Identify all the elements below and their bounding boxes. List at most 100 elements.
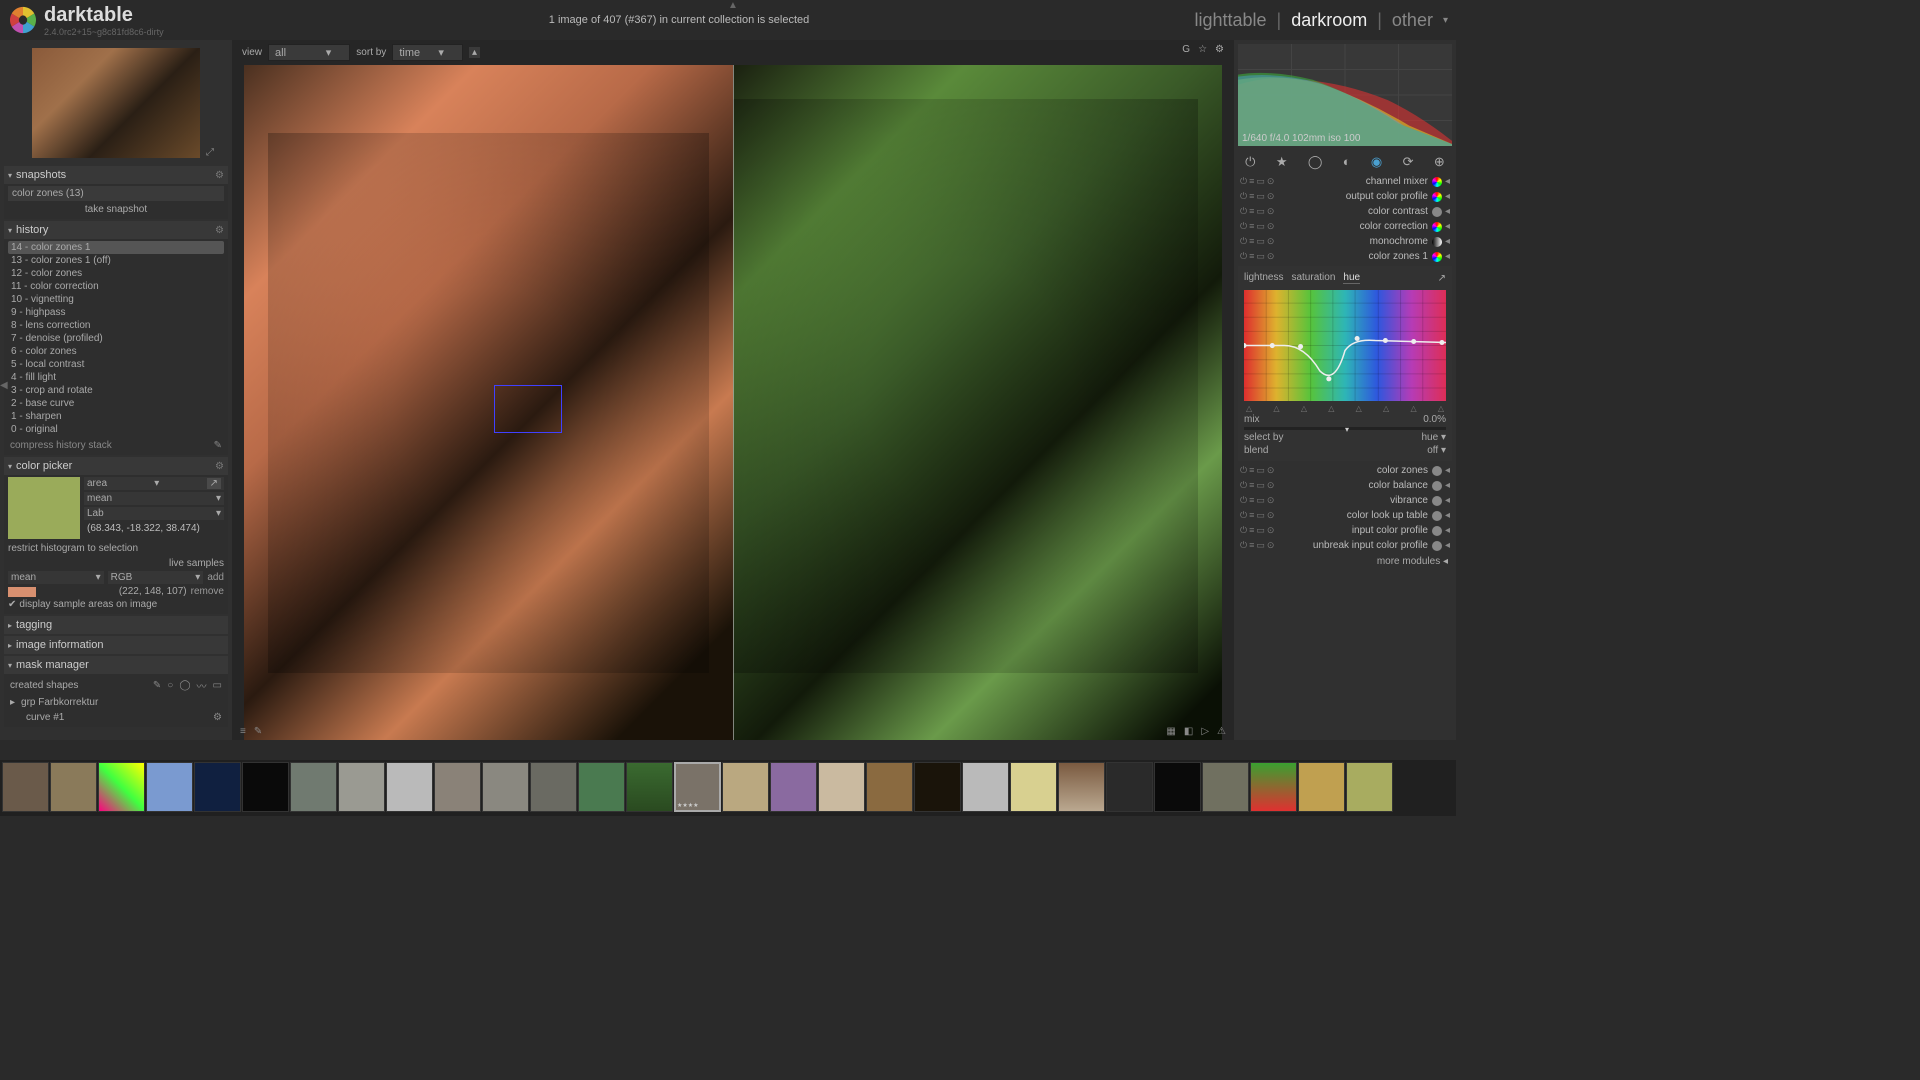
module-group-tone-icon[interactable]: ◐	[1343, 154, 1351, 170]
module-row[interactable]: ⏻≡▭⊙ color correction ◂	[1234, 219, 1456, 234]
history-item[interactable]: 0 - original	[8, 423, 224, 436]
filmstrip-thumb[interactable]	[2, 762, 49, 812]
module-menu-icon[interactable]: ≡	[1249, 480, 1254, 491]
styles-icon[interactable]: ✎	[254, 726, 262, 737]
history-header[interactable]: ▾ history ⚙	[4, 221, 228, 239]
filmstrip-thumb[interactable]: ★★★★	[674, 762, 721, 812]
color-picker-area[interactable]	[494, 385, 562, 433]
module-expand-icon[interactable]: ◂	[1445, 540, 1450, 551]
tab-darkroom[interactable]: darkroom	[1291, 10, 1367, 31]
module-switch-icon[interactable]: ⏻	[1240, 191, 1247, 202]
module-expand-icon[interactable]: ◂	[1445, 525, 1450, 536]
history-item[interactable]: 13 - color zones 1 (off)	[8, 254, 224, 267]
filmstrip-thumb[interactable]	[866, 762, 913, 812]
filmstrip-thumb[interactable]	[770, 762, 817, 812]
picker-space-select[interactable]: Lab	[87, 508, 104, 519]
filmstrip-thumb[interactable]	[242, 762, 289, 812]
filmstrip-thumb[interactable]	[914, 762, 961, 812]
module-row[interactable]: ⏻≡▭⊙ unbreak input color profile ◂	[1234, 538, 1456, 553]
module-switch-icon[interactable]: ⏻	[1240, 495, 1247, 506]
split-divider[interactable]	[733, 65, 734, 740]
filmstrip-thumb[interactable]	[98, 762, 145, 812]
filmstrip-thumb[interactable]	[962, 762, 1009, 812]
module-reset-icon[interactable]: ⊙	[1267, 221, 1275, 232]
color-zones-graph[interactable]	[1244, 290, 1446, 400]
dropdown-icon[interactable]: ▾	[1443, 15, 1448, 26]
gamut-icon[interactable]: ▷	[1201, 726, 1209, 737]
module-multi-icon[interactable]: ▭	[1256, 465, 1265, 476]
module-multi-icon[interactable]: ▭	[1256, 525, 1265, 536]
expand-icon[interactable]: ▸	[10, 697, 15, 708]
history-item[interactable]: 6 - color zones	[8, 345, 224, 358]
filmstrip-thumb[interactable]	[386, 762, 433, 812]
module-multi-icon[interactable]: ▭	[1256, 221, 1265, 232]
filmstrip-thumb[interactable]	[1202, 762, 1249, 812]
history-item[interactable]: 11 - color correction	[8, 280, 224, 293]
gear-icon[interactable]: ⚙	[213, 712, 222, 723]
history-item[interactable]: 4 - fill light	[8, 371, 224, 384]
module-reset-icon[interactable]: ⊙	[1267, 495, 1275, 506]
navigation-thumbnail[interactable]: ⤢	[32, 48, 200, 158]
module-row[interactable]: ⏻≡▭⊙ input color profile ◂	[1234, 523, 1456, 538]
module-reset-icon[interactable]: ⊙	[1267, 510, 1275, 521]
colorpicker-header[interactable]: ▾ color picker ⚙	[4, 457, 228, 475]
brush-icon[interactable]: ✎	[153, 680, 161, 691]
module-switch-icon[interactable]: ⏻	[1240, 206, 1247, 217]
module-group-effect-icon[interactable]: ⊕	[1434, 154, 1445, 170]
filmstrip-thumb[interactable]	[1154, 762, 1201, 812]
module-switch-icon[interactable]: ⏻	[1240, 236, 1247, 247]
module-reset-icon[interactable]: ⊙	[1267, 540, 1275, 551]
module-expand-icon[interactable]: ◂	[1445, 510, 1450, 521]
image-info-header[interactable]: ▸ image information	[4, 636, 228, 654]
filmstrip-thumb[interactable]	[722, 762, 769, 812]
module-multi-icon[interactable]: ▭	[1256, 510, 1265, 521]
display-samples-checkbox[interactable]: display sample areas on image	[19, 599, 157, 610]
filmstrip-thumb[interactable]	[338, 762, 385, 812]
history-item[interactable]: 8 - lens correction	[8, 319, 224, 332]
history-item[interactable]: 7 - denoise (profiled)	[8, 332, 224, 345]
circle-icon[interactable]: ○	[167, 680, 173, 691]
tab-lighttable[interactable]: lighttable	[1194, 10, 1266, 31]
compress-history-button[interactable]: compress history stack	[10, 440, 112, 451]
sort-select[interactable]: time ▾	[392, 44, 463, 61]
module-group-favorites-icon[interactable]: ★	[1276, 154, 1288, 170]
picker-icon[interactable]: ↗	[207, 478, 221, 489]
module-switch-icon[interactable]: ⏻	[1240, 221, 1247, 232]
history-item[interactable]: 2 - base curve	[8, 397, 224, 410]
filmstrip-thumb[interactable]	[578, 762, 625, 812]
module-group-basic-icon[interactable]: ◯	[1308, 154, 1323, 170]
module-switch-icon[interactable]: ⏻	[1240, 176, 1247, 187]
module-menu-icon[interactable]: ≡	[1249, 251, 1254, 262]
remove-sample-button[interactable]: remove	[191, 586, 224, 597]
histogram[interactable]: 1/640 f/4.0 102mm iso 100	[1238, 44, 1452, 146]
filmstrip-thumb[interactable]	[1346, 762, 1393, 812]
module-row[interactable]: ⏻≡▭⊙ color contrast ◂	[1234, 204, 1456, 219]
module-menu-icon[interactable]: ≡	[1249, 510, 1254, 521]
module-switch-icon[interactable]: ⏻	[1240, 465, 1247, 476]
image-canvas[interactable]	[244, 65, 1222, 740]
module-row[interactable]: ⏻≡▭⊙ color zones 1 ◂	[1234, 249, 1456, 264]
tagging-header[interactable]: ▸ tagging	[4, 616, 228, 634]
gear-icon[interactable]: ⚙	[1215, 44, 1224, 61]
module-expand-icon[interactable]: ◂	[1445, 495, 1450, 506]
module-menu-icon[interactable]: ≡	[1249, 495, 1254, 506]
filmstrip-thumb[interactable]	[290, 762, 337, 812]
history-item[interactable]: 5 - local contrast	[8, 358, 224, 371]
history-item[interactable]: 10 - vignetting	[8, 293, 224, 306]
module-reset-icon[interactable]: ⊙	[1267, 191, 1275, 202]
restrict-histogram-label[interactable]: restrict histogram to selection	[8, 541, 224, 556]
module-multi-icon[interactable]: ▭	[1256, 236, 1265, 247]
module-menu-icon[interactable]: ≡	[1249, 236, 1254, 247]
gear-icon[interactable]: ⚙	[215, 225, 224, 236]
snapshot-item[interactable]: color zones (13)	[8, 186, 224, 201]
ellipse-icon[interactable]: ◯	[179, 680, 190, 691]
module-reset-icon[interactable]: ⊙	[1267, 525, 1275, 536]
module-row[interactable]: ⏻≡▭⊙ channel mixer ◂	[1234, 174, 1456, 189]
filmstrip-thumb[interactable]	[50, 762, 97, 812]
filmstrip-thumb[interactable]	[530, 762, 577, 812]
left-expand-handle[interactable]: ◀	[0, 380, 8, 391]
module-expand-icon[interactable]: ◂	[1445, 191, 1450, 202]
module-switch-icon[interactable]: ⏻	[1240, 525, 1247, 536]
filmstrip-thumb[interactable]	[146, 762, 193, 812]
module-menu-icon[interactable]: ≡	[1249, 191, 1254, 202]
